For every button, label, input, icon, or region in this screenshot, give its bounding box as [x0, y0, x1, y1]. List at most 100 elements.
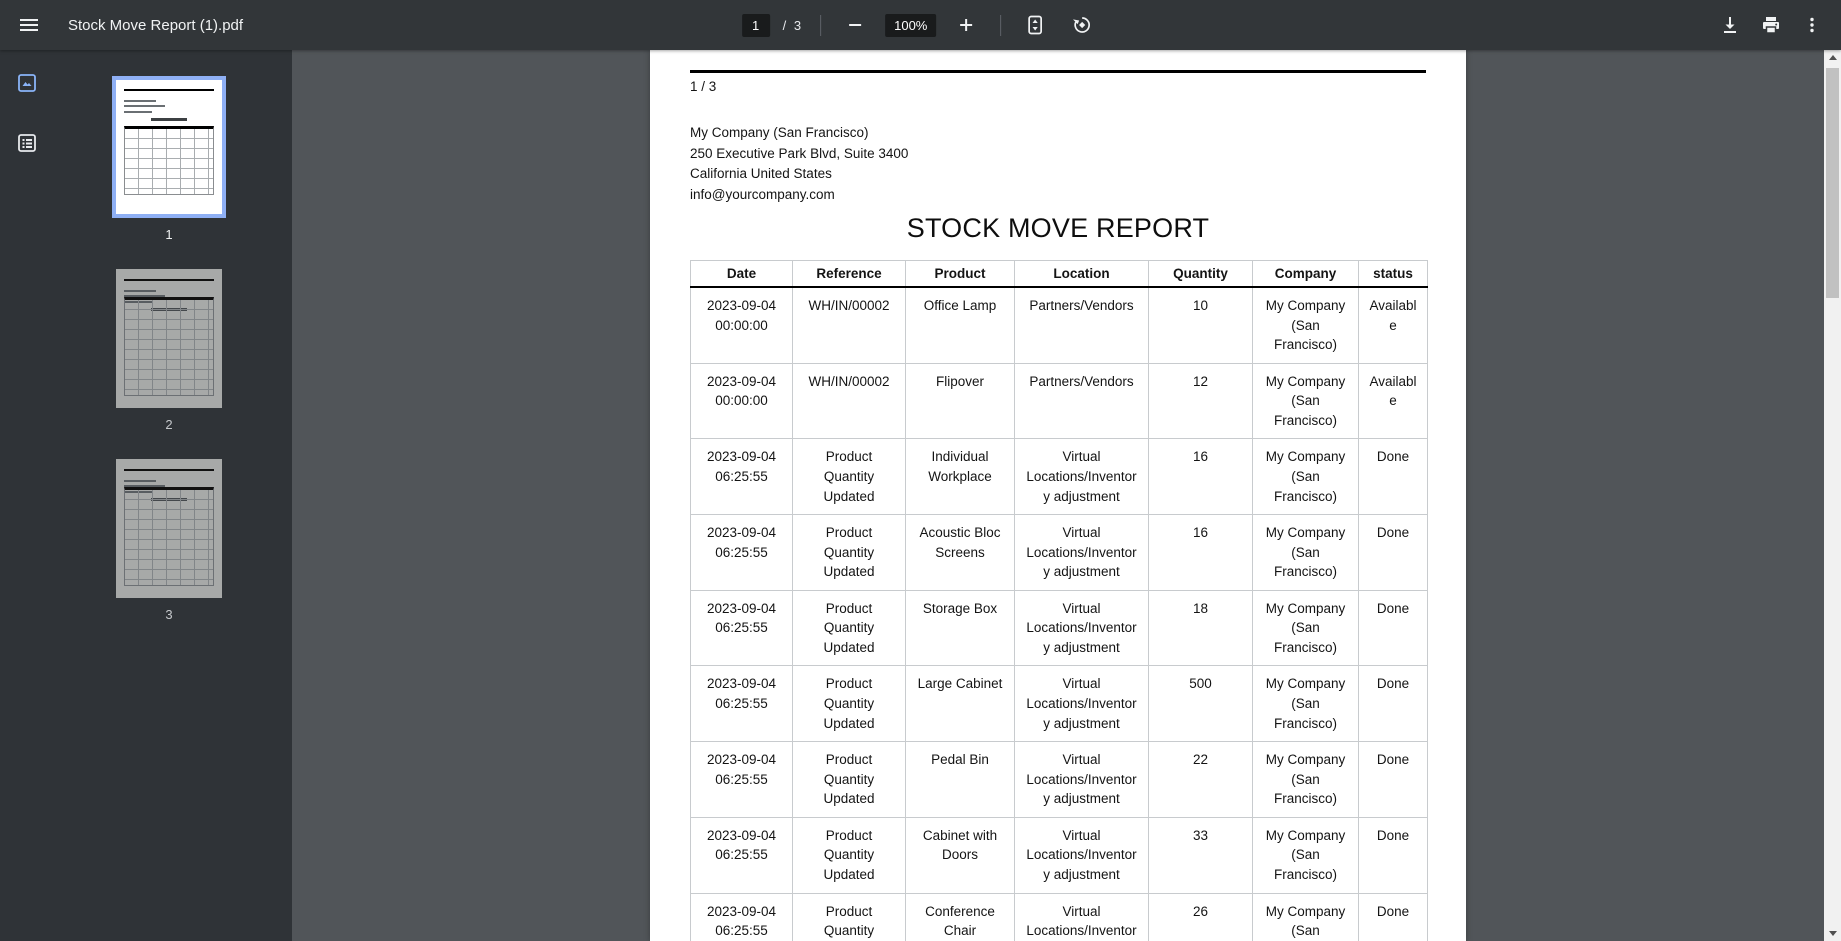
thumbnail-page-number: 3	[165, 607, 173, 622]
company-name: My Company (San Francisco)	[690, 125, 869, 140]
table-cell: My Company (San Francisco)	[1252, 514, 1359, 591]
page-thumbnail-1[interactable]: 1	[112, 76, 226, 269]
scroll-down-button[interactable]	[1824, 926, 1841, 941]
table-cell: 18	[1148, 589, 1253, 667]
page-thumbnail-3[interactable]: 3	[116, 459, 222, 649]
plus-icon	[957, 16, 975, 34]
vertical-scrollbar[interactable]	[1824, 50, 1841, 941]
table-cell: 12	[1148, 362, 1253, 440]
zoom-level-button[interactable]: 100%	[885, 13, 937, 37]
page-number-input[interactable]	[741, 13, 770, 37]
print-button[interactable]	[1754, 8, 1788, 42]
table-cell: Cabinet with Doors	[905, 816, 1015, 894]
thumbnail-page-preview	[116, 459, 222, 598]
table-cell: 2023-09-04 06:25:55	[690, 741, 793, 818]
thumbnail-page-number: 1	[165, 227, 173, 242]
hamburger-icon	[19, 15, 39, 35]
table-row: 2023-09-04 06:25:55Product Quantity Upda…	[690, 665, 1428, 743]
table-cell: Storage Box	[905, 589, 1015, 667]
column-header: Date	[690, 260, 793, 288]
thumbnails-view-button[interactable]	[9, 65, 45, 101]
table-cell: Done	[1358, 438, 1428, 516]
table-row: 2023-09-04 06:25:55Product Quantity Upda…	[690, 589, 1428, 667]
table-cell: Done	[1358, 892, 1428, 941]
table-cell: My Company (San Francisco)	[1252, 892, 1359, 941]
kebab-menu-icon	[1803, 16, 1821, 34]
thumbnails-view-icon	[17, 73, 37, 93]
scrollbar-thumb[interactable]	[1826, 68, 1839, 298]
menu-button[interactable]	[12, 8, 46, 42]
table-cell: 16	[1148, 514, 1253, 591]
header-rule	[690, 70, 1426, 73]
table-cell: Available	[1358, 286, 1428, 364]
table-cell: 2023-09-04 06:25:55	[690, 816, 793, 894]
table-cell: Done	[1358, 665, 1428, 743]
table-cell: My Company (San Francisco)	[1252, 286, 1359, 364]
fit-page-icon	[1025, 15, 1045, 35]
table-cell: WH/IN/00002	[792, 362, 906, 440]
table-cell: Acoustic Bloc Screens	[905, 514, 1015, 591]
column-header: Product	[905, 260, 1015, 288]
table-cell: WH/IN/00002	[792, 286, 906, 364]
page-thumbnail-2[interactable]: 2	[116, 269, 222, 459]
table-cell: Office Lamp	[905, 286, 1015, 364]
company-block: My Company (San Francisco) 250 Executive…	[690, 123, 1426, 205]
thumbnail-list: 1 2 3	[46, 50, 292, 941]
table-cell: Virtual Locations/Inventory adjustment	[1014, 741, 1149, 818]
table-cell: Product Quantity Updated	[792, 816, 906, 894]
scroll-down-icon	[1828, 931, 1837, 936]
table-cell: 500	[1148, 665, 1253, 743]
table-cell: Individual Workplace	[905, 438, 1015, 516]
table-cell: Partners/Vendors	[1014, 286, 1149, 364]
table-cell: Large Cabinet	[905, 665, 1015, 743]
more-options-button[interactable]	[1795, 8, 1829, 42]
table-cell: 2023-09-04 06:25:55	[690, 514, 793, 591]
table-cell: My Company (San Francisco)	[1252, 589, 1359, 667]
document-viewport: 1 / 3 My Company (San Francisco) 250 Exe…	[292, 50, 1824, 941]
table-cell: My Company (San Francisco)	[1252, 741, 1359, 818]
toolbar-divider	[1000, 14, 1002, 36]
company-email: info@yourcompany.com	[690, 186, 835, 202]
document-title: Stock Move Report (1).pdf	[68, 16, 244, 34]
table-cell: Conference Chair	[905, 892, 1015, 941]
zoom-in-button[interactable]	[949, 8, 983, 42]
scroll-up-icon	[1828, 55, 1837, 60]
page-count-label: / 3	[782, 17, 804, 33]
table-row: 2023-09-04 00:00:00 WH/IN/00002 Office Lam…	[690, 286, 1428, 364]
table-cell: 2023-09-04 06:25:55	[690, 892, 793, 941]
table-cell: Partners/Vendors	[1014, 362, 1149, 440]
table-cell: 22	[1148, 741, 1253, 818]
table-cell: 26	[1148, 892, 1253, 941]
zoom-out-button[interactable]	[838, 8, 872, 42]
table-cell: Product Quantity Updated	[792, 514, 906, 591]
document-outline-icon	[17, 133, 37, 153]
table-cell: Flipover	[905, 362, 1015, 440]
outline-view-button[interactable]	[9, 125, 45, 161]
toolbar-divider	[820, 14, 822, 36]
thumbnail-sidebar: 1 2 3	[0, 50, 292, 941]
table-cell: Virtual Locations/Inventory adjustment	[1014, 892, 1149, 941]
table-row: 2023-09-04 06:25:55Product Quantity Upda…	[690, 892, 1428, 941]
column-header: status	[1358, 260, 1428, 288]
table-cell: 2023-09-04 06:25:55	[690, 665, 793, 743]
minus-icon	[846, 16, 864, 34]
table-cell: My Company (San Francisco)	[1252, 816, 1359, 894]
download-button[interactable]	[1713, 8, 1747, 42]
column-header: Company	[1252, 260, 1359, 288]
fit-to-page-button[interactable]	[1018, 8, 1052, 42]
table-cell: Done	[1358, 589, 1428, 667]
table-cell: 2023-09-04 00:00:00	[690, 362, 793, 440]
table-row: 2023-09-04 06:25:55Product Quantity Upda…	[690, 816, 1428, 894]
stock-move-table: Date Reference Product Location Quantity Comp…	[690, 260, 1428, 941]
column-header: Reference	[792, 260, 906, 288]
table-cell: Virtual Locations/Inventory adjustment	[1014, 514, 1149, 591]
table-cell: 2023-09-04 06:25:55	[690, 589, 793, 667]
download-icon	[1720, 15, 1740, 35]
table-cell: Done	[1358, 514, 1428, 591]
report-title: STOCK MOVE REPORT	[906, 213, 1210, 243]
thumbnail-page-preview	[112, 76, 226, 218]
table-cell: Done	[1358, 741, 1428, 818]
scroll-up-button[interactable]	[1824, 50, 1841, 65]
rotate-button[interactable]	[1065, 8, 1099, 42]
table-cell: Available	[1358, 362, 1428, 440]
